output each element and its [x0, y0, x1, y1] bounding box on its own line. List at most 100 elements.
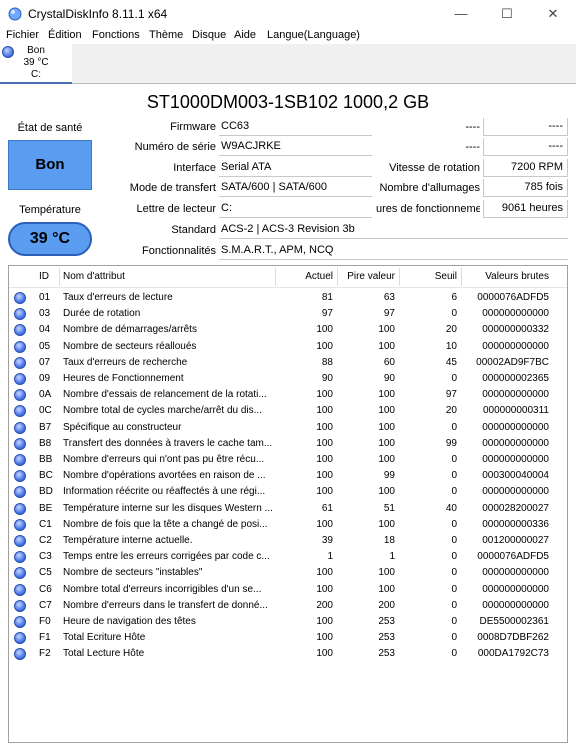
- column-header-worst[interactable]: Pire valeur: [339, 266, 395, 288]
- disk-tab-bar: Bon 39 °C C:: [0, 44, 576, 84]
- health-status-button[interactable]: Bon: [8, 140, 92, 190]
- row-raw-value: 000000000000: [482, 308, 549, 320]
- table-row[interactable]: 09 Heures de Fonctionnement 90 90 0 000000002…: [9, 371, 567, 387]
- row-worst: 100: [378, 454, 395, 465]
- row-attribute-name: Transfert des données à travers le cache…: [63, 437, 273, 449]
- status-dot-icon: [14, 632, 26, 645]
- row-raw-value: 000000000000: [482, 340, 549, 352]
- minimize-button[interactable]: —: [438, 0, 484, 28]
- row-raw-value: 0008D7DBF262: [477, 632, 549, 644]
- table-row[interactable]: F1 Total Ecriture Hôte 100 253 0 0008D7DBF262: [9, 630, 567, 646]
- row-id: C1: [39, 518, 52, 530]
- row-threshold: 40: [445, 502, 457, 514]
- table-row[interactable]: C5 Nombre de secteurs "instables" 100 100 0 0…: [9, 565, 567, 581]
- row-threshold: 0: [451, 373, 457, 384]
- table-row[interactable]: 04 Nombre de démarrages/arrêts 100 100 20 000…: [9, 322, 567, 338]
- status-dot-icon: [14, 502, 26, 515]
- menu-theme[interactable]: Thème: [149, 28, 183, 42]
- table-row[interactable]: B8 Transfert des données à travers le cac…: [9, 436, 567, 452]
- maximize-button[interactable]: ☐: [484, 0, 530, 28]
- column-header-name[interactable]: Nom d'attribut: [63, 266, 125, 288]
- row-threshold: 20: [445, 405, 457, 417]
- table-row[interactable]: 01 Taux d'erreurs de lecture 81 63 6 0000076A…: [9, 290, 567, 306]
- row-id: F2: [39, 648, 51, 660]
- drive-letter-label: Lettre de lecteur: [136, 203, 217, 215]
- row-raw-value: 000000000336: [482, 518, 549, 530]
- unknown-value-1: ----: [483, 118, 568, 136]
- table-row[interactable]: 0C Nombre total de cycles marche/arrêt du…: [9, 403, 567, 419]
- row-current: 1: [327, 551, 333, 563]
- column-header-current[interactable]: Actuel: [277, 266, 333, 288]
- table-row[interactable]: 05 Nombre de secteurs réalloués 100 100 10 00…: [9, 339, 567, 355]
- row-raw-value: 000000000000: [482, 389, 549, 401]
- row-current: 100: [316, 567, 333, 579]
- row-threshold: 0: [451, 486, 457, 498]
- row-worst: 100: [378, 405, 395, 417]
- row-current: 100: [316, 616, 333, 627]
- menu-fichier[interactable]: Fichier: [6, 28, 39, 42]
- disk-tab-c[interactable]: Bon 39 °C C:: [0, 44, 72, 84]
- table-row[interactable]: F2 Total Lecture Hôte 100 253 0 000DA1792C73: [9, 646, 567, 662]
- status-dot-icon: [14, 356, 26, 369]
- table-row[interactable]: C6 Nombre total d'erreurs incorrigibles d…: [9, 582, 567, 598]
- table-row[interactable]: 0A Nombre d'essais de relancement de la r…: [9, 387, 567, 403]
- row-attribute-name: Nombre total de cycles marche/arrêt du d…: [63, 405, 262, 417]
- status-dot-icon: [14, 324, 26, 337]
- status-dot-icon: [14, 486, 26, 499]
- row-raw-value: 00002AD9F7BC: [476, 356, 549, 368]
- table-row[interactable]: 07 Taux d'erreurs de recherche 88 60 45 00002…: [9, 355, 567, 371]
- row-raw-value: 000000000000: [482, 437, 549, 449]
- menu-fonctions[interactable]: Fonctions: [92, 28, 140, 42]
- row-attribute-name: Nombre total d'erreurs incorrigibles d'u…: [63, 583, 262, 595]
- menu-edition[interactable]: Édition: [48, 28, 82, 42]
- row-worst: 100: [378, 583, 395, 595]
- table-row[interactable]: BE Température interne sur les disques We…: [9, 501, 567, 517]
- close-button[interactable]: ✕: [530, 0, 576, 28]
- column-divider: [275, 268, 276, 286]
- row-worst: 100: [378, 567, 395, 579]
- row-worst: 253: [378, 632, 395, 644]
- menu-langue[interactable]: Langue(Language): [267, 28, 360, 42]
- row-attribute-name: Nombre d'erreurs qui n'ont pas pu être r…: [63, 454, 265, 465]
- standard-value: ACS-2 | ACS-3 Revision 3b: [219, 221, 568, 239]
- status-dot-icon: [14, 405, 26, 418]
- row-worst: 60: [383, 356, 395, 368]
- temperature-button[interactable]: 39 °C: [8, 222, 92, 256]
- table-row[interactable]: C7 Nombre d'erreurs dans le transfert de …: [9, 598, 567, 614]
- menu-aide[interactable]: Aide: [234, 28, 256, 42]
- status-dot-icon: [14, 340, 26, 353]
- table-row[interactable]: BC Nombre d'opérations avortées en raison…: [9, 468, 567, 484]
- row-current: 100: [316, 421, 333, 433]
- firmware-value: CC63: [219, 118, 372, 136]
- column-header-id[interactable]: ID: [39, 266, 49, 288]
- row-threshold: 0: [451, 454, 457, 465]
- status-dot-icon: [14, 389, 26, 402]
- table-row[interactable]: 03 Durée de rotation 97 97 0 000000000000: [9, 306, 567, 322]
- status-dot-icon: [14, 551, 26, 564]
- table-row[interactable]: BB Nombre d'erreurs qui n'ont pas pu être…: [9, 452, 567, 468]
- table-row[interactable]: C1 Nombre de fois que la tête a changé de…: [9, 517, 567, 533]
- row-attribute-name: Taux d'erreurs de lecture: [63, 292, 173, 303]
- transfer-mode-label: Mode de transfert: [129, 182, 216, 194]
- row-attribute-name: Temps entre les erreurs corrigées par co…: [63, 551, 270, 563]
- column-header-threshold[interactable]: Seuil: [401, 266, 457, 288]
- row-worst: 1: [389, 551, 395, 563]
- serial-label: Numéro de série: [134, 141, 216, 153]
- table-row[interactable]: F0 Heure de navigation des têtes 100 253 0 DE…: [9, 614, 567, 630]
- row-attribute-name: Total Ecriture Hôte: [63, 632, 146, 644]
- row-attribute-name: Nombre de secteurs réalloués: [63, 340, 197, 352]
- row-attribute-name: Nombre de démarrages/arrêts: [63, 324, 197, 336]
- menu-disque[interactable]: Disque: [192, 28, 226, 42]
- row-current: 100: [316, 340, 333, 352]
- row-threshold: 0: [451, 518, 457, 530]
- table-row[interactable]: C3 Temps entre les erreurs corrigées par …: [9, 549, 567, 565]
- row-raw-value: 000000000000: [482, 421, 549, 433]
- row-worst: 253: [378, 648, 395, 660]
- column-header-raw[interactable]: Valeurs brutes: [463, 266, 549, 288]
- table-row[interactable]: C2 Température interne actuelle. 39 18 0 0012…: [9, 533, 567, 549]
- status-dot-icon: [14, 535, 26, 547]
- table-row[interactable]: BD Information réécrite ou réaffectés à u…: [9, 484, 567, 500]
- unknown-label-2: ----: [465, 141, 480, 153]
- row-current: 39: [321, 535, 333, 546]
- table-row[interactable]: B7 Spécifique au constructeur 100 100 0 00000…: [9, 420, 567, 436]
